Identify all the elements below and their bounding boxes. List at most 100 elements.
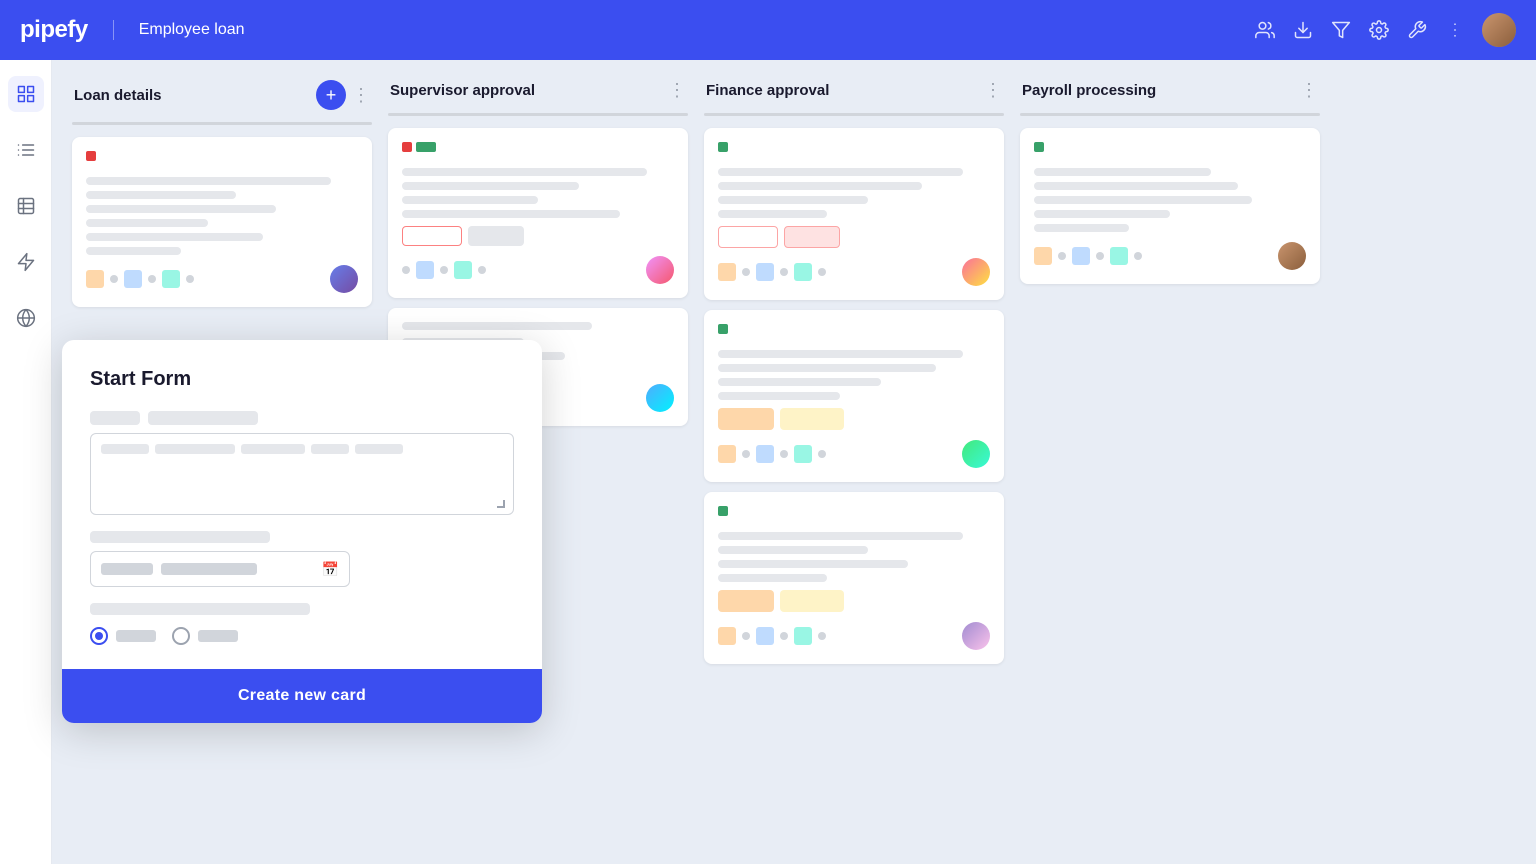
card-status-dot-green	[416, 142, 436, 152]
column-header-supervisor: Supervisor approval ⋮	[388, 80, 688, 101]
radio-option-1[interactable]	[90, 627, 156, 645]
card-payroll-1[interactable]	[1020, 128, 1320, 284]
card-line	[718, 546, 868, 554]
card-dot-indicator	[780, 268, 788, 276]
column-more-supervisor[interactable]: ⋮	[668, 80, 686, 101]
form-body: Start Form	[62, 340, 542, 669]
card-line	[402, 322, 592, 330]
card-line	[718, 210, 827, 218]
card-finance-1[interactable]	[704, 128, 1004, 300]
card-line	[86, 247, 181, 255]
export-icon[interactable]	[1292, 19, 1314, 41]
card-status-dot-green	[718, 142, 728, 152]
card-assignee-avatar	[962, 440, 990, 468]
radio-option-2[interactable]	[172, 627, 238, 645]
card-icon	[718, 445, 736, 463]
page-title: Employee loan	[139, 21, 245, 39]
card-badges	[718, 408, 990, 430]
card-line	[718, 196, 868, 204]
column-progress-payroll	[1020, 113, 1320, 116]
card-line	[718, 378, 881, 386]
users-icon[interactable]	[1254, 19, 1276, 41]
card-dot-indicator	[1134, 252, 1142, 260]
card-supervisor-1[interactable]	[388, 128, 688, 298]
card-dot-indicator	[440, 266, 448, 274]
badge-gray	[468, 226, 524, 246]
card-icon	[1072, 247, 1090, 265]
avatar-image	[1482, 13, 1516, 47]
card-line	[86, 205, 276, 213]
textarea-placeholder-line	[241, 444, 305, 454]
badge-yellow	[780, 590, 844, 612]
card-footer	[86, 265, 358, 293]
topbar-actions	[1254, 13, 1516, 47]
form-title: Start Form	[90, 368, 514, 391]
card-icon	[416, 261, 434, 279]
logo-divider	[113, 20, 114, 40]
card-line	[1034, 182, 1238, 190]
card-icons	[718, 445, 826, 463]
card-line	[718, 168, 963, 176]
sidebar-item-list[interactable]	[8, 132, 44, 168]
card-icon	[756, 627, 774, 645]
card-badges	[718, 590, 990, 612]
radio-button-inactive[interactable]	[172, 627, 190, 645]
badge-yellow	[780, 408, 844, 430]
logo-area: pipefy Employee loan	[20, 16, 245, 44]
card-badges	[402, 226, 674, 246]
topbar: pipefy Employee loan	[0, 0, 1536, 60]
card-icon	[756, 445, 774, 463]
create-new-card-button[interactable]: Create new card	[238, 687, 366, 705]
column-more-loan-details[interactable]: ⋮	[352, 85, 370, 106]
card-dot-indicator	[110, 275, 118, 283]
card-icon	[794, 627, 812, 645]
card-dot-indicator	[818, 450, 826, 458]
date-pill	[101, 563, 153, 575]
card-finance-2[interactable]	[704, 310, 1004, 482]
sidebar-item-automation[interactable]	[8, 244, 44, 280]
card-loan-1[interactable]	[72, 137, 372, 307]
card-dots	[718, 324, 990, 342]
radio-button-active[interactable]	[90, 627, 108, 645]
form-radio-row	[90, 627, 514, 645]
form-radio-label	[90, 603, 310, 615]
card-icon	[1034, 247, 1052, 265]
card-line	[86, 233, 263, 241]
card-assignee-avatar	[962, 258, 990, 286]
card-footer	[1034, 242, 1306, 270]
settings-icon[interactable]	[1368, 19, 1390, 41]
card-dot-indicator	[818, 268, 826, 276]
form-date-input[interactable]: 📅	[90, 551, 350, 587]
user-avatar[interactable]	[1482, 13, 1516, 47]
badge-pink-fill	[784, 226, 840, 248]
column-header-loan-details: Loan details + ⋮	[72, 80, 372, 110]
sidebar-item-table[interactable]	[8, 188, 44, 224]
card-status-dot-green	[1034, 142, 1044, 152]
card-dot-indicator	[402, 266, 410, 274]
column-more-payroll[interactable]: ⋮	[1300, 80, 1318, 101]
card-finance-3[interactable]	[704, 492, 1004, 664]
card-dot-indicator	[148, 275, 156, 283]
textarea-placeholder-line	[355, 444, 403, 454]
card-line	[402, 182, 579, 190]
card-dot-indicator	[478, 266, 486, 274]
column-header-payroll: Payroll processing ⋮	[1020, 80, 1320, 101]
textarea-placeholder-line	[311, 444, 349, 454]
form-textarea-field[interactable]	[90, 433, 514, 515]
card-assignee-avatar	[330, 265, 358, 293]
card-line	[718, 182, 922, 190]
add-card-button-loan-details[interactable]: +	[316, 80, 346, 110]
card-dots	[402, 142, 674, 160]
card-dots	[1034, 142, 1306, 160]
badge-outline	[402, 226, 462, 246]
more-vertical-icon[interactable]	[1444, 19, 1466, 41]
filter-icon[interactable]	[1330, 19, 1352, 41]
card-tag-icon	[86, 270, 104, 288]
sidebar-item-globe[interactable]	[8, 300, 44, 336]
card-badges	[718, 226, 990, 248]
card-icon	[718, 627, 736, 645]
sidebar-item-board[interactable]	[8, 76, 44, 112]
wrench-icon[interactable]	[1406, 19, 1428, 41]
date-pill	[161, 563, 257, 575]
column-more-finance[interactable]: ⋮	[984, 80, 1002, 101]
